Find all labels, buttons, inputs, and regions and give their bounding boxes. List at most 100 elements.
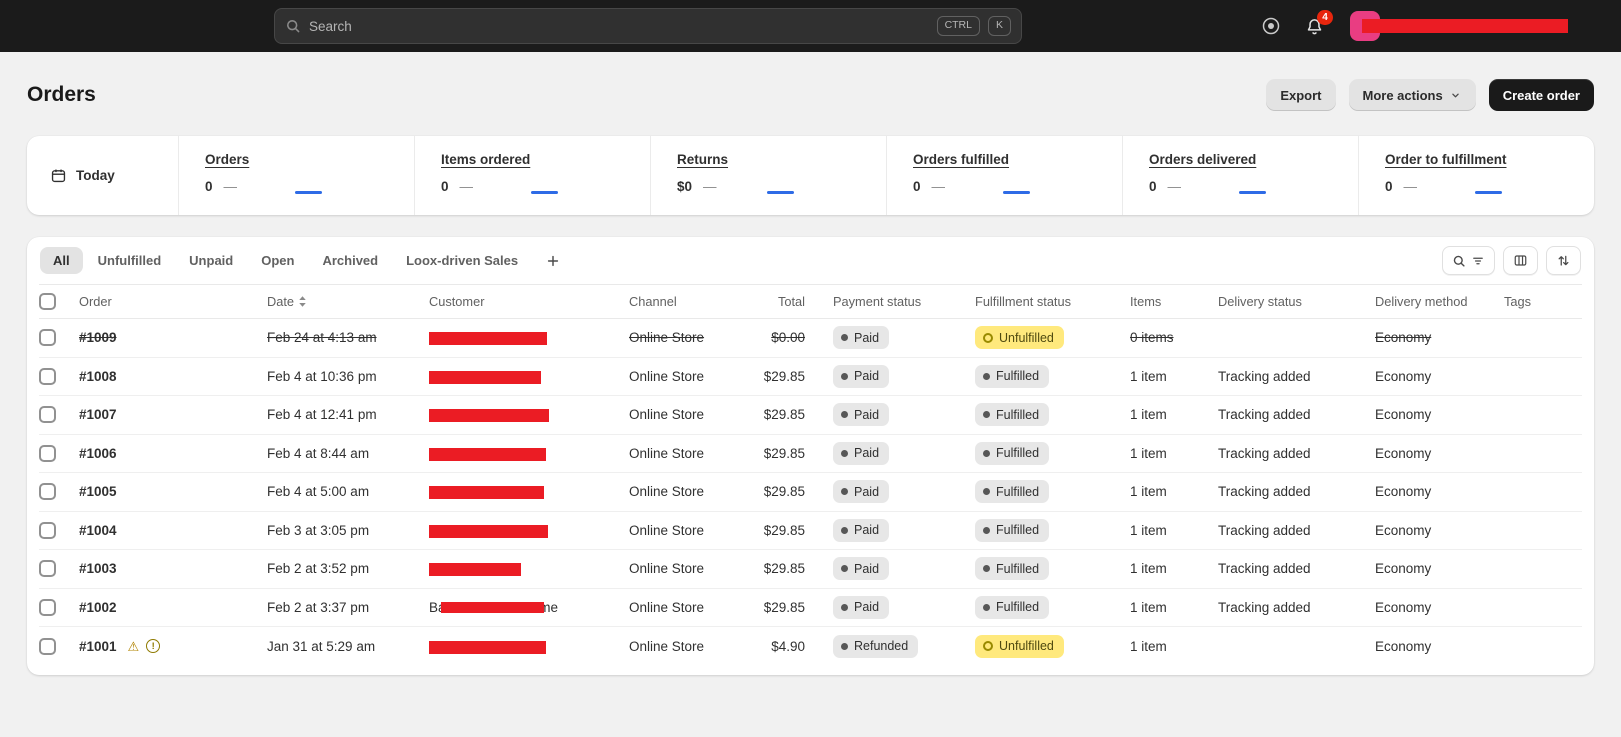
order-items-count: 1 item [1130,484,1218,499]
order-items-count: 1 item [1130,639,1218,654]
columns-button[interactable] [1503,246,1538,275]
fulfillment-status-cell: Unfulfilled [975,635,1130,658]
metric-sparkline [767,191,794,194]
order-items-count: 1 item [1130,407,1218,422]
order-items-count: 1 item [1130,561,1218,576]
export-button[interactable]: Export [1266,79,1335,111]
metric-card[interactable]: Order to fulfillment 0 — [1358,136,1594,215]
global-search-bar[interactable]: CTRL K [274,8,1022,44]
fulfillment-status-icon [983,373,990,380]
metric-label[interactable]: Items ordered [441,152,530,167]
redaction-bar [429,371,541,384]
metric-card[interactable]: Orders delivered 0 — [1122,136,1358,215]
redaction-bar [441,602,544,613]
order-number-link[interactable]: #1006 [79,446,117,461]
row-checkbox[interactable] [39,638,56,655]
table-row[interactable]: #1005 ⚠ ! Feb 4 at 5:00 am Online Store … [39,473,1582,512]
metric-value: 0 [1149,179,1157,194]
metrics-bar: Today Orders 0 — Items ordered 0 — Retur… [27,136,1594,215]
col-header-total: Total [749,294,833,309]
table-row[interactable]: #1007 ⚠ ! Feb 4 at 12:41 pm Online Store… [39,396,1582,435]
columns-icon [1513,253,1528,268]
metric-label[interactable]: Order to fulfillment [1385,152,1507,167]
create-order-button[interactable]: Create order [1489,79,1594,111]
row-checkbox[interactable] [39,329,56,346]
table-row[interactable]: #1001 ⚠ ! Jan 31 at 5:29 am Online Store… [39,627,1582,666]
row-checkbox[interactable] [39,483,56,500]
delivery-status: Tracking added [1218,523,1375,538]
tab-loox-driven-sales[interactable]: Loox-driven Sales [393,247,531,274]
add-view-button[interactable] [539,247,567,275]
tab-unfulfilled[interactable]: Unfulfilled [85,247,175,274]
table-row[interactable]: #1008 ⚠ ! Feb 4 at 10:36 pm Online Store… [39,358,1582,397]
payment-status-label: Paid [854,485,879,499]
tab-unpaid[interactable]: Unpaid [176,247,246,274]
payment-status-cell: Paid [833,596,975,619]
metric-trend-dash: — [224,179,238,194]
col-header-date[interactable]: Date [267,294,429,309]
order-number-link[interactable]: #1003 [79,561,117,576]
table-row[interactable]: #1002 ⚠ ! Feb 2 at 3:37 pm Barbra Gordon… [39,589,1582,628]
row-checkbox[interactable] [39,560,56,577]
notifications-button[interactable]: 4 [1305,17,1324,36]
row-checkbox[interactable] [39,406,56,423]
order-number-link[interactable]: #1007 [79,407,117,422]
order-number-link[interactable]: #1009 [79,330,117,345]
delivery-status: Tracking added [1218,446,1375,461]
order-number-link[interactable]: #1005 [79,484,117,499]
order-number-link[interactable]: #1001 [79,639,117,654]
search-icon [1452,254,1466,268]
order-number-link[interactable]: #1008 [79,369,117,384]
order-date: Feb 3 at 3:05 pm [267,523,429,538]
sort-button[interactable] [1546,246,1581,275]
row-checkbox[interactable] [39,522,56,539]
payment-badge: Paid [833,519,889,542]
tab-all[interactable]: All [40,247,83,274]
redaction-bar [429,486,544,499]
order-channel: Online Store [629,484,749,499]
metric-card[interactable]: Orders 0 — [178,136,414,215]
fulfillment-status-cell: Fulfilled [975,365,1130,388]
fulfillment-badge: Fulfilled [975,480,1049,503]
order-items-count: 1 item [1130,369,1218,384]
order-channel: Online Store [629,330,749,345]
metric-label[interactable]: Orders [205,152,249,167]
payment-status-cell: Paid [833,557,975,580]
order-number-link[interactable]: #1004 [79,523,117,538]
date-range-picker[interactable]: Today [27,136,178,215]
search-input[interactable] [309,19,929,34]
metric-label[interactable]: Orders delivered [1149,152,1256,167]
row-checkbox[interactable] [39,368,56,385]
store-menu[interactable] [1348,10,1568,42]
tab-open[interactable]: Open [248,247,307,274]
metric-card[interactable]: Items ordered 0 — [414,136,650,215]
row-checkbox[interactable] [39,599,56,616]
fulfillment-status-icon [983,411,990,418]
topbar-app-icon[interactable] [1261,16,1281,36]
order-number-link[interactable]: #1002 [79,600,117,615]
payment-status-dot-icon [841,565,848,572]
more-actions-button[interactable]: More actions [1349,79,1476,111]
table-row[interactable]: #1004 ⚠ ! Feb 3 at 3:05 pm Online Store … [39,512,1582,551]
order-date: Feb 2 at 3:52 pm [267,561,429,576]
table-row[interactable]: #1006 ⚠ ! Feb 4 at 8:44 am Online Store … [39,435,1582,474]
payment-badge: Refunded [833,635,918,658]
tab-archived[interactable]: Archived [309,247,391,274]
delivery-method: Economy [1375,330,1504,345]
table-row[interactable]: #1003 ⚠ ! Feb 2 at 3:52 pm Online Store … [39,550,1582,589]
customer-name: Barbra Gordon Hume [429,600,558,615]
table-row[interactable]: #1009 ⚠ ! Feb 24 at 4:13 am Online Store… [39,319,1582,358]
metric-label[interactable]: Orders fulfilled [913,152,1009,167]
row-checkbox[interactable] [39,445,56,462]
metric-label[interactable]: Returns [677,152,728,167]
search-filter-button[interactable] [1442,246,1495,275]
order-total: $0.00 [749,330,833,345]
metric-card[interactable]: Orders fulfilled 0 — [886,136,1122,215]
chevron-down-icon [1449,89,1462,102]
metric-value: 0 [1385,179,1393,194]
order-items-count: 0 items [1130,330,1218,345]
table-body: #1009 ⚠ ! Feb 24 at 4:13 am Online Store… [27,319,1594,666]
order-total: $29.85 [749,446,833,461]
metric-card[interactable]: Returns $0 — [650,136,886,215]
select-all-checkbox[interactable] [39,293,56,310]
